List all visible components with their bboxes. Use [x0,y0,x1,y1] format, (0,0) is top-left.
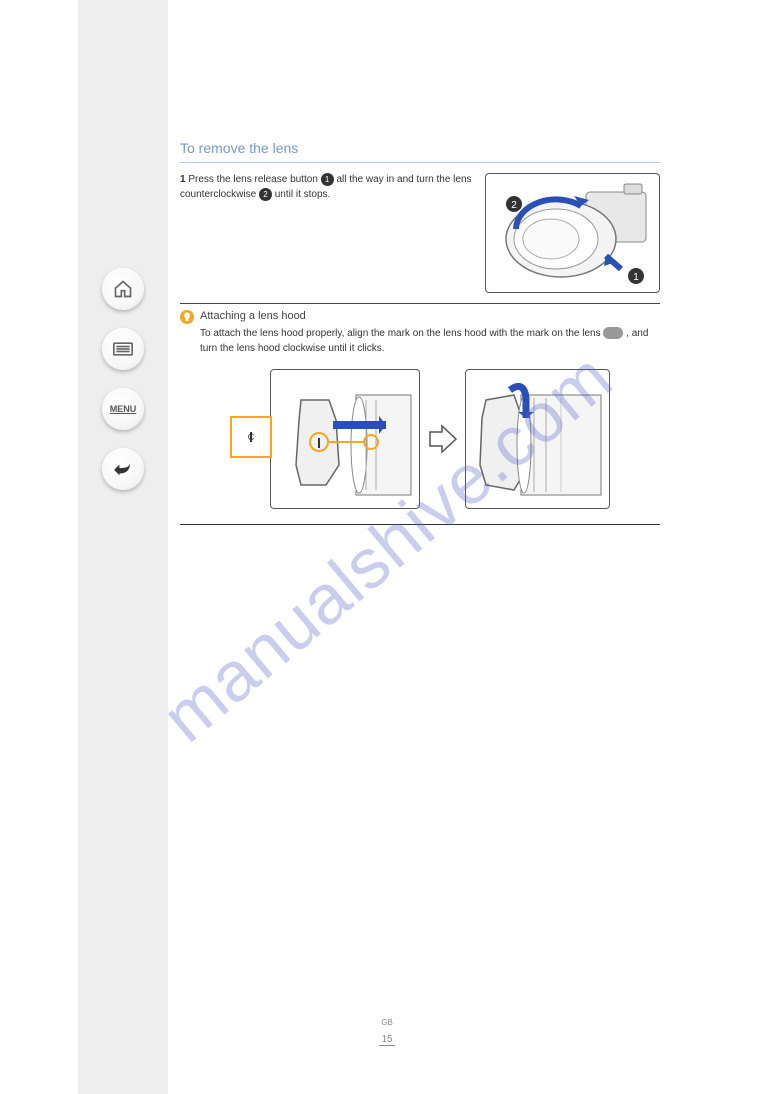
step-number: 1 [180,173,186,188]
footer-page-number: 15 [379,1034,394,1046]
home-icon [113,279,133,299]
svg-text:1: 1 [633,272,639,283]
svg-text:2: 2 [511,200,517,211]
callout-c-icon: C [230,416,272,458]
hood-mark-icon [603,327,623,339]
section-divider [180,303,660,304]
step-text-c: until it stops. [275,189,331,200]
tip-body: To attach the lens hood properly, align … [200,326,660,356]
lens-hood-illustration: C [230,364,610,514]
menu-button[interactable]: MENU [102,388,144,430]
home-button[interactable] [102,268,144,310]
contents-button[interactable] [102,328,144,370]
sidebar-nav: MENU [78,0,168,1094]
page-content: To remove the lens 1 Press the lens rele… [180,140,660,525]
list-icon [113,342,133,356]
page-footer: GB 15 [0,1018,774,1046]
lens-removal-illustration: 2 1 [485,173,660,293]
step-text: 1 Press the lens release button 1 all th… [180,173,475,293]
tip-body-a: To attach the lens hood properly, align … [200,328,601,339]
tip-title: Attaching a lens hood [200,310,660,322]
callout-2-icon: 2 [259,188,272,201]
bottom-divider [180,524,660,525]
callout-1-icon: 1 [321,173,334,186]
back-button[interactable] [102,448,144,490]
heading-divider [180,162,660,163]
step-text-a: Press the lens release button [188,174,318,185]
step-row: 1 Press the lens release button 1 all th… [180,173,660,293]
transition-arrow-icon [428,424,458,454]
menu-label: MENU [110,404,137,414]
section-heading: To remove the lens [180,140,660,156]
footer-lang: GB [381,1018,393,1027]
tip-bulb-icon [180,310,194,324]
tip-heading-row: Attaching a lens hood To attach the lens… [180,310,660,356]
back-arrow-icon [112,461,134,477]
